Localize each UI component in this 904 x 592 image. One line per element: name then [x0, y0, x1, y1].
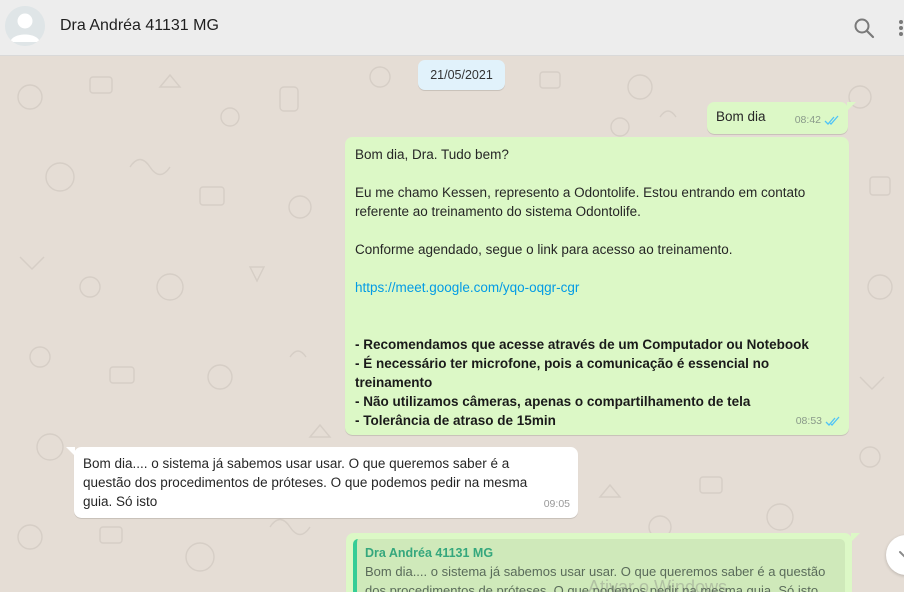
menu-icon[interactable]	[895, 16, 904, 40]
quoted-message[interactable]: Dra Andréa 41131 MG Bom dia.... o sistem…	[353, 539, 845, 592]
message-outgoing[interactable]: Bom dia 08:42	[707, 102, 856, 134]
message-meta: 09:05	[544, 495, 570, 514]
message-incoming[interactable]: Bom dia.... o sistema já sabemos usar us…	[66, 447, 578, 518]
message-outgoing-reply[interactable]: Dra Andréa 41131 MG Bom dia.... o sistem…	[346, 533, 860, 592]
message-line: Eu me chamo Kessen, represento a Odontol…	[355, 185, 806, 200]
message-time: 09:05	[543, 498, 570, 510]
chat-area[interactable]: 21/05/2021 Bom dia 08:42 Bom dia, Dra. T…	[0, 57, 904, 592]
quoted-author: Dra Andréa 41131 MG	[365, 546, 494, 560]
message-time: 08:53	[795, 415, 822, 427]
recommendation-line: - Não utilizamos câmeras, apenas o compa…	[355, 394, 751, 409]
bubble-tail	[66, 447, 75, 456]
message-line: Conforme agendado, segue o link para ace…	[355, 242, 733, 257]
search-icon[interactable]	[852, 16, 876, 40]
meeting-link[interactable]: https://meet.google.com/yqo-oqgr-cgr	[355, 280, 579, 295]
bubble-tail	[847, 102, 856, 111]
quoted-line: dos procedimentos de próteses. O que pod…	[365, 583, 819, 592]
date-chip: 21/05/2021	[418, 60, 505, 90]
double-check-read-icon	[825, 416, 840, 426]
recommendation-line: - Tolerância de atraso de 15min	[355, 413, 556, 428]
scroll-down-button[interactable]	[886, 535, 904, 575]
quoted-line: Bom dia.... o sistema já sabemos usar us…	[365, 564, 826, 579]
message-time: 08:42	[794, 114, 821, 126]
message-line: referente ao treinamento do sistema Odon…	[355, 204, 641, 219]
message-meta: 08:53	[796, 412, 841, 431]
message-line: questão dos procedimentos de próteses. O…	[83, 475, 528, 490]
message-line: Bom dia, Dra. Tudo bem?	[355, 147, 509, 162]
message-line: guia. Só isto	[83, 494, 158, 509]
recommendation-line: - É necessário ter microfone, pois a com…	[355, 356, 770, 371]
chat-header: Dra Andréa 41131 MG	[0, 0, 904, 56]
message-outgoing[interactable]: Bom dia, Dra. Tudo bem? Eu me chamo Kess…	[345, 137, 849, 435]
chevron-down-icon	[899, 551, 904, 558]
message-meta: 08:42	[795, 111, 840, 130]
message-line: Bom dia.... o sistema já sabemos usar us…	[83, 456, 510, 471]
double-check-read-icon	[824, 115, 839, 125]
recommendation-line: treinamento	[355, 375, 433, 390]
bubble-tail	[851, 533, 860, 542]
chat-title[interactable]: Dra Andréa 41131 MG	[60, 17, 219, 35]
message-text: Bom dia	[716, 109, 766, 124]
recommendation-line: - Recomendamos que acesse através de um …	[355, 337, 809, 352]
avatar-icon[interactable]	[5, 6, 45, 46]
